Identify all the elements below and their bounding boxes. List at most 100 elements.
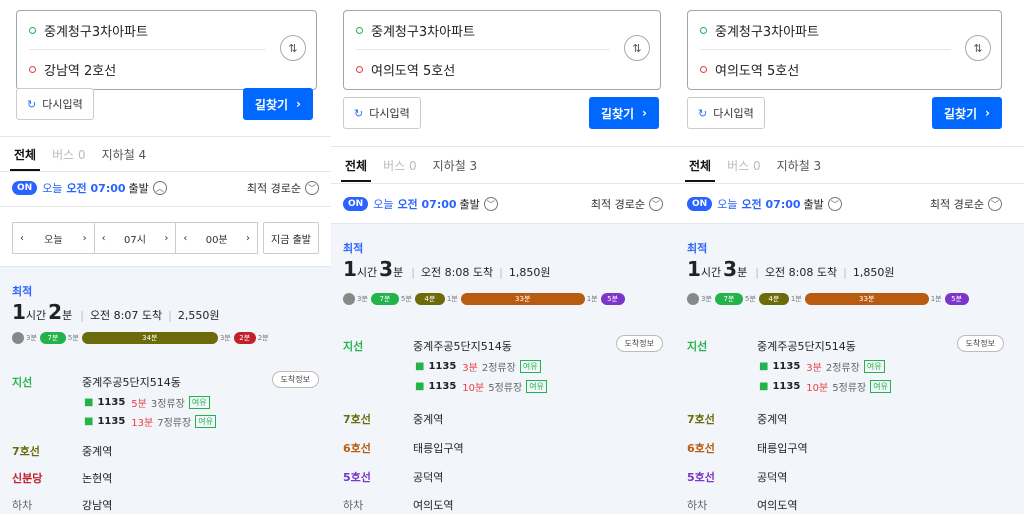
sort-label: 최적 경로순 bbox=[929, 198, 984, 211]
chevron-right-icon[interactable]: › bbox=[164, 233, 168, 244]
tab-bus[interactable]: 버스 0 bbox=[727, 148, 761, 182]
chevron-left-icon[interactable]: ‹ bbox=[102, 233, 106, 244]
bus-number: 1135 bbox=[428, 381, 457, 392]
origin-field[interactable]: 중계청구3차아파트 bbox=[29, 11, 266, 50]
total-summary: 1 시간 2분 | 오전 8:07 도착 | 2,550원 bbox=[12, 300, 219, 324]
pipe: | bbox=[80, 309, 84, 322]
tab-bus[interactable]: 버스 0 bbox=[383, 148, 417, 182]
chevron-right-icon[interactable]: › bbox=[83, 233, 87, 244]
mode-tabs: 전체 버스 0 지하철 4 bbox=[0, 137, 331, 171]
bus-stops: 2정류장 bbox=[481, 363, 516, 374]
origin-field[interactable]: 중계청구3차아파트 bbox=[356, 11, 610, 50]
step-name: 강남역 bbox=[82, 499, 113, 512]
today-text: 오늘 bbox=[373, 198, 394, 211]
mode-tabs: 전체 버스 0 지하철 3 bbox=[331, 148, 675, 182]
chevron-right-icon[interactable]: › bbox=[246, 233, 250, 244]
bus-stops: 5정류장 bbox=[832, 383, 867, 394]
destination-field[interactable]: 여의도역 5호선 bbox=[700, 50, 951, 88]
arrival-info-button[interactable]: 도착정보 bbox=[271, 371, 319, 388]
arrival-info-button[interactable]: 도착정보 bbox=[956, 335, 1004, 352]
sort-select[interactable]: 최적 경로순 ﹀ bbox=[930, 196, 1002, 212]
tab-all[interactable]: 전체 bbox=[9, 137, 41, 171]
swap-icon[interactable]: ⇅ bbox=[280, 35, 306, 61]
arrival-info-button[interactable]: 도착정보 bbox=[615, 335, 663, 352]
route-result[interactable]: 최적 1 시간 2분 | 오전 8:07 도착 | 2,550원 3분 7분 5분 3… bbox=[0, 266, 331, 514]
chevron-down-icon: ﹀ bbox=[305, 181, 319, 195]
chevron-left-icon[interactable]: ‹ bbox=[20, 233, 24, 244]
mode-tabs: 전체 버스 0 지하철 3 bbox=[675, 148, 1024, 182]
transfer-time: 1분 bbox=[446, 295, 458, 303]
step-name: 중계역 bbox=[757, 413, 788, 426]
divider bbox=[675, 146, 1024, 147]
transfer-time: 1분 bbox=[790, 295, 802, 303]
day-stepper[interactable]: ‹ 오늘 › bbox=[12, 222, 95, 254]
destination-field[interactable]: 강남역 2호선 bbox=[29, 50, 266, 88]
route-timeline-bar: 3분 7분 5분 4분 1분 33분 1분 5분 bbox=[687, 292, 1004, 306]
destination-text: 여의도역 5호선 bbox=[371, 63, 456, 79]
step-name: 태릉입구역 bbox=[757, 442, 808, 455]
walk-time: 3분 bbox=[357, 295, 368, 303]
crowd-badge: 여유 bbox=[526, 380, 547, 393]
bus-arrival-row: ■ 1135 5분 3정류장 여유 bbox=[84, 395, 210, 410]
sort-select[interactable]: 최적 경로순 ﹀ bbox=[591, 196, 663, 212]
reset-button[interactable]: ↻ 다시입력 bbox=[343, 97, 421, 129]
total-minutes: 3 bbox=[379, 257, 394, 281]
swap-icon[interactable]: ⇅ bbox=[965, 35, 991, 61]
transfer-time: 5분 bbox=[67, 334, 79, 342]
find-route-button[interactable]: 길찾기 › bbox=[242, 88, 313, 120]
bus-icon: ■ bbox=[415, 361, 425, 372]
step-name: 공덕역 bbox=[413, 471, 444, 484]
refresh-icon: ↻ bbox=[698, 106, 708, 120]
departure-time-bar: ON 오늘 오전 07:00 출발 ﹀ 최적 경로순 ﹀ bbox=[331, 188, 675, 220]
route-result[interactable]: 최적 1 시간 3분 | 오전 8:08 도착 | 1,850원 3분 7분 5분 4… bbox=[331, 223, 675, 514]
step-label: 5호선 bbox=[687, 471, 715, 484]
sort-select[interactable]: 최적 경로순 ﹀ bbox=[247, 180, 319, 196]
origin-dot-icon bbox=[356, 26, 363, 34]
tab-bus[interactable]: 버스 0 bbox=[52, 137, 86, 171]
depart-now-button[interactable]: 지금 출발 bbox=[263, 222, 320, 254]
refresh-icon: ↻ bbox=[354, 106, 364, 120]
bus-minutes: 10분 bbox=[806, 383, 829, 394]
line6-segment: 33분 bbox=[460, 293, 585, 305]
bus-stops: 7정류장 bbox=[157, 418, 192, 429]
reset-button[interactable]: ↻ 다시입력 bbox=[16, 88, 94, 120]
on-badge[interactable]: ON bbox=[343, 197, 369, 211]
find-route-button[interactable]: 길찾기 › bbox=[588, 97, 659, 129]
chevron-up-icon[interactable]: ︿ bbox=[152, 181, 167, 195]
pipe: | bbox=[499, 266, 503, 279]
minutes-unit: 분 bbox=[737, 266, 748, 279]
route-result[interactable]: 최적 1 시간 3분 | 오전 8:08 도착 | 1,850원 3분 7분 5분 4… bbox=[675, 223, 1024, 514]
bus-segment: 7분 bbox=[39, 332, 66, 344]
crowd-badge: 여유 bbox=[870, 380, 891, 393]
step-label: 지선 bbox=[687, 340, 708, 353]
destination-dot-icon bbox=[356, 65, 363, 73]
chevron-right-icon: › bbox=[642, 106, 647, 120]
walk-icon bbox=[687, 293, 699, 305]
step-label: 7호선 bbox=[12, 445, 40, 458]
hour-stepper[interactable]: ‹ 07시 › bbox=[93, 222, 177, 254]
tab-subway[interactable]: 지하철 3 bbox=[433, 148, 478, 182]
bus-number: 1135 bbox=[97, 397, 126, 408]
swap-icon[interactable]: ⇅ bbox=[624, 35, 650, 61]
tab-subway[interactable]: 지하철 4 bbox=[102, 137, 147, 171]
origin-field[interactable]: 중계청구3차아파트 bbox=[700, 11, 951, 50]
reset-button[interactable]: ↻ 다시입력 bbox=[687, 97, 765, 129]
tab-subway[interactable]: 지하철 3 bbox=[777, 148, 822, 182]
fare: 2,550원 bbox=[177, 309, 220, 322]
destination-field[interactable]: 여의도역 5호선 bbox=[356, 50, 610, 88]
tab-all[interactable]: 전체 bbox=[684, 148, 716, 182]
chevron-left-icon[interactable]: ‹ bbox=[183, 233, 187, 244]
step-name: 여의도역 bbox=[413, 499, 454, 512]
find-route-button[interactable]: 길찾기 › bbox=[931, 97, 1002, 129]
chevron-down-icon[interactable]: ﹀ bbox=[827, 197, 842, 211]
line7-segment: 4분 bbox=[414, 293, 445, 305]
tab-all[interactable]: 전체 bbox=[340, 148, 372, 182]
on-badge[interactable]: ON bbox=[687, 197, 713, 211]
chevron-down-icon[interactable]: ﹀ bbox=[483, 197, 498, 211]
divider bbox=[331, 146, 675, 147]
time-text: 오전 07:00 bbox=[741, 198, 801, 211]
today-text: 오늘 bbox=[42, 182, 63, 195]
crowd-badge: 여유 bbox=[195, 415, 216, 428]
on-badge[interactable]: ON bbox=[12, 181, 38, 195]
minute-stepper[interactable]: ‹ 00분 › bbox=[175, 222, 259, 254]
